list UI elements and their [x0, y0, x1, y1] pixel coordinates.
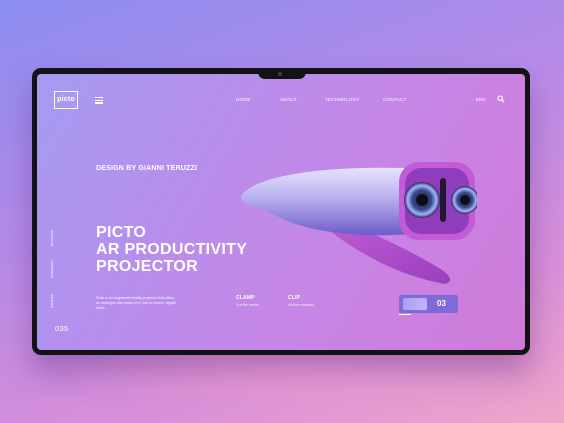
slide-number: 03	[437, 299, 446, 308]
slide-preview	[403, 298, 427, 310]
hero-title-line: PICTO	[96, 224, 147, 241]
hero-title: PICTO AR PRODUCTIVITY PROJECTOR	[96, 224, 247, 275]
nav-contact[interactable]: CONTACT	[383, 97, 407, 102]
hero-title-line: PROJECTOR	[96, 258, 198, 275]
nav-home[interactable]: HOME	[236, 97, 251, 102]
page-counter: 035	[55, 324, 69, 333]
slider-progress-line	[399, 314, 411, 315]
feature-clip: CLIP it to the notebook	[288, 295, 314, 307]
slider-thumbnail[interactable]: 03	[399, 295, 458, 313]
website-screen: picto HOME ABOUT TECHNOLOGY CONTACT ENG …	[37, 74, 525, 350]
hamburger-menu-icon[interactable]	[95, 97, 103, 104]
feature-title: CLAMP	[236, 295, 255, 301]
feature-clamp: CLAMP it on the screen	[236, 295, 259, 307]
language-switcher[interactable]: ENG	[476, 97, 486, 102]
projector-image	[240, 162, 477, 284]
social-instagram[interactable]: instagram	[49, 260, 54, 278]
designer-credit: DESIGN BY GIANNI TERUZZI	[96, 165, 198, 172]
hero-title-line: AR PRODUCTIVITY	[96, 241, 248, 258]
camera-dot	[278, 72, 282, 76]
feature-subtitle: it on the screen	[236, 303, 260, 307]
hero-description: Picto is an augmented reality projector …	[96, 296, 176, 310]
nav-technology[interactable]: TECHNOLOGY	[325, 97, 360, 102]
nav-about[interactable]: ABOUT	[280, 97, 297, 102]
feature-title: CLIP	[288, 295, 301, 301]
brand-logo[interactable]: picto	[54, 91, 78, 109]
feature-subtitle: it to the notebook	[288, 303, 315, 307]
social-facebook[interactable]: facebook	[49, 230, 54, 246]
monitor-notch	[258, 68, 306, 79]
social-youtube[interactable]: youtube	[49, 294, 54, 308]
search-icon[interactable]	[497, 95, 505, 103]
